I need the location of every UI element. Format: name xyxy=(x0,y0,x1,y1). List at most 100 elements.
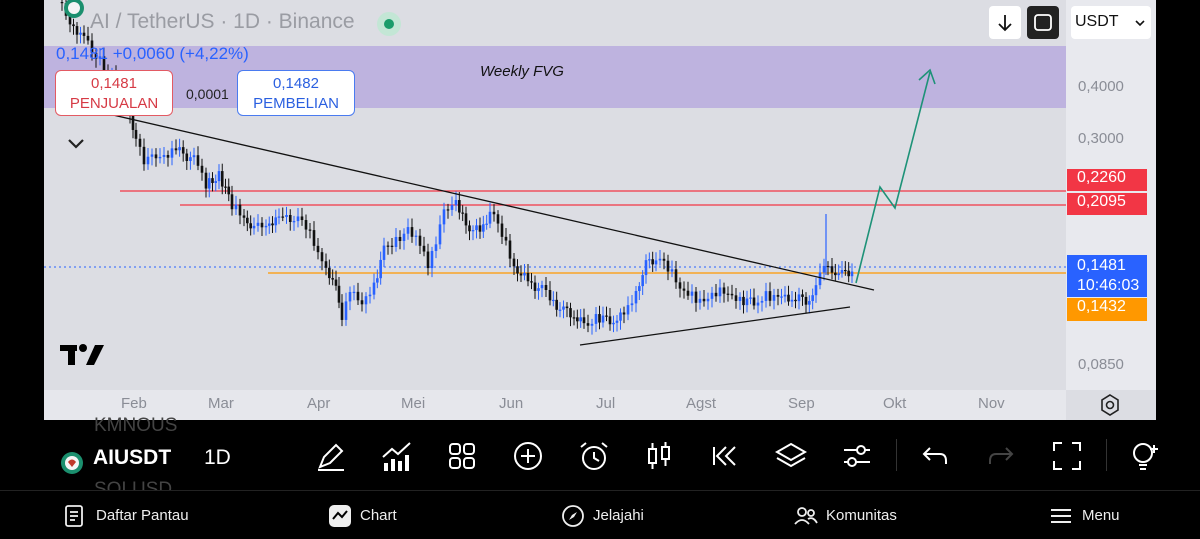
candle-body xyxy=(760,300,764,303)
ghost-symbol-top: KMNOUS xyxy=(94,415,178,436)
time-axis[interactable]: Feb Mar Apr Mei Jun Jul Agst Sep Okt Nov xyxy=(44,390,1066,420)
weekly-fvg-label: Weekly FVG xyxy=(480,63,564,80)
candle-body xyxy=(548,290,552,301)
candle-body xyxy=(227,186,231,195)
candle-body xyxy=(516,266,519,274)
candle-body xyxy=(826,265,830,268)
candle-body xyxy=(185,153,189,161)
price-axis-tick: 0,3000 xyxy=(1078,130,1124,147)
toolbar-divider xyxy=(896,439,897,471)
replay-rewind-icon[interactable] xyxy=(708,439,742,473)
candle-body xyxy=(316,245,320,253)
candle-body xyxy=(738,296,742,301)
candle-countdown: 10:46:03 xyxy=(1077,277,1140,294)
candle-body xyxy=(644,260,648,276)
community-people-icon xyxy=(794,507,818,525)
spread-value: 0,0001 xyxy=(186,86,229,102)
undo-icon[interactable] xyxy=(918,439,952,473)
currency-select[interactable]: USDT xyxy=(1071,6,1151,39)
candle-body xyxy=(264,225,268,228)
candle-body xyxy=(488,211,492,224)
settings-gear-icon[interactable] xyxy=(1098,393,1122,417)
candle-body xyxy=(797,294,801,302)
interval-button[interactable]: 1D xyxy=(204,446,231,470)
candle-body xyxy=(406,227,410,234)
pencil-draw-icon[interactable] xyxy=(314,439,348,473)
candle-body xyxy=(181,147,185,154)
candle-body xyxy=(288,215,292,223)
candle-body xyxy=(376,278,379,283)
download-button[interactable] xyxy=(989,6,1021,39)
candle-body xyxy=(756,302,760,306)
add-circle-icon[interactable] xyxy=(511,439,545,473)
candle-body xyxy=(626,305,630,315)
candle-body xyxy=(446,209,450,211)
collapse-chevron-icon[interactable] xyxy=(62,130,90,158)
candle-body xyxy=(340,302,344,320)
candle-body xyxy=(674,269,678,283)
time-axis-tick: Jun xyxy=(499,395,524,412)
candle-body xyxy=(822,265,826,273)
fullscreen-button[interactable] xyxy=(1027,6,1059,39)
candle-body xyxy=(526,272,530,282)
redo-icon[interactable] xyxy=(984,439,1018,473)
symbol-title[interactable]: AI / TetherUS · 1D · Binance xyxy=(90,10,355,34)
alarm-clock-icon[interactable] xyxy=(577,439,611,473)
candle-body xyxy=(594,314,598,324)
candle-body xyxy=(394,236,398,247)
fullscreen-expand-icon[interactable] xyxy=(1050,439,1084,473)
candle-body xyxy=(582,317,586,324)
lightbulb-add-icon[interactable] xyxy=(1128,439,1162,473)
layouts-grid-icon[interactable] xyxy=(445,439,479,473)
descending-trendline xyxy=(99,111,875,291)
time-axis-tick: Nov xyxy=(978,395,1005,412)
candle-body xyxy=(166,155,170,158)
candle-body xyxy=(512,258,516,267)
nav-menu-label: Menu xyxy=(1082,507,1120,524)
sell-button[interactable]: 0,1481 PENJUALAN xyxy=(55,70,173,116)
candle-body xyxy=(382,245,386,260)
support-label: 0,1432 xyxy=(1067,298,1147,321)
candle-body xyxy=(576,317,579,322)
tradingview-app: 0,4000 0,3000 0,0850 Feb Mar Apr Mei Jun Jul Ags… xyxy=(0,0,1200,539)
candle-body xyxy=(207,178,211,189)
candle-body xyxy=(312,230,316,246)
candle-body xyxy=(662,258,666,261)
toolbar-divider xyxy=(1106,439,1107,471)
candle-body xyxy=(158,156,162,159)
candle-body xyxy=(274,217,278,226)
candle-body xyxy=(572,317,576,319)
candle-body xyxy=(666,260,670,272)
settings-sliders-icon[interactable] xyxy=(840,439,874,473)
candle-body xyxy=(794,299,797,302)
last-price-change: 0,1481 +0,0060 (+4,22%) xyxy=(56,44,249,63)
candle-body xyxy=(450,205,454,210)
candle-body xyxy=(565,306,569,309)
candle-body xyxy=(670,269,674,272)
toolbar-symbol[interactable]: AIUSDT xyxy=(93,446,171,470)
candle-body xyxy=(418,235,422,246)
candle-body xyxy=(224,186,227,188)
sell-price: 0,1481 xyxy=(91,75,137,92)
nav-watchlist-label: Daftar Pantau xyxy=(96,507,189,524)
candle-body xyxy=(304,220,308,230)
candle-body xyxy=(324,261,328,268)
sell-label: PENJUALAN xyxy=(69,95,159,112)
candle-body xyxy=(438,224,442,245)
candle-body xyxy=(540,285,544,289)
tradingview-logo-icon xyxy=(60,344,104,365)
time-axis-tick: Jul xyxy=(596,395,616,412)
candle-body xyxy=(804,296,808,305)
layers-icon[interactable] xyxy=(774,439,808,473)
candle-body xyxy=(508,240,512,259)
candle-body xyxy=(281,216,285,218)
resistance-lower-label: 0,2095 xyxy=(1067,193,1147,215)
candles-chart-type-icon[interactable] xyxy=(642,439,676,473)
candle-body xyxy=(285,215,288,218)
currency-label: USDT xyxy=(1075,13,1119,30)
indicators-icon[interactable] xyxy=(380,439,414,473)
candle-body xyxy=(211,178,214,183)
bottom-navigation: Daftar Pantau Chart Jelajahi Komunitas M… xyxy=(0,490,1200,539)
candle-body xyxy=(634,291,638,304)
buy-button[interactable]: 0,1482 PEMBELIAN xyxy=(237,70,355,116)
